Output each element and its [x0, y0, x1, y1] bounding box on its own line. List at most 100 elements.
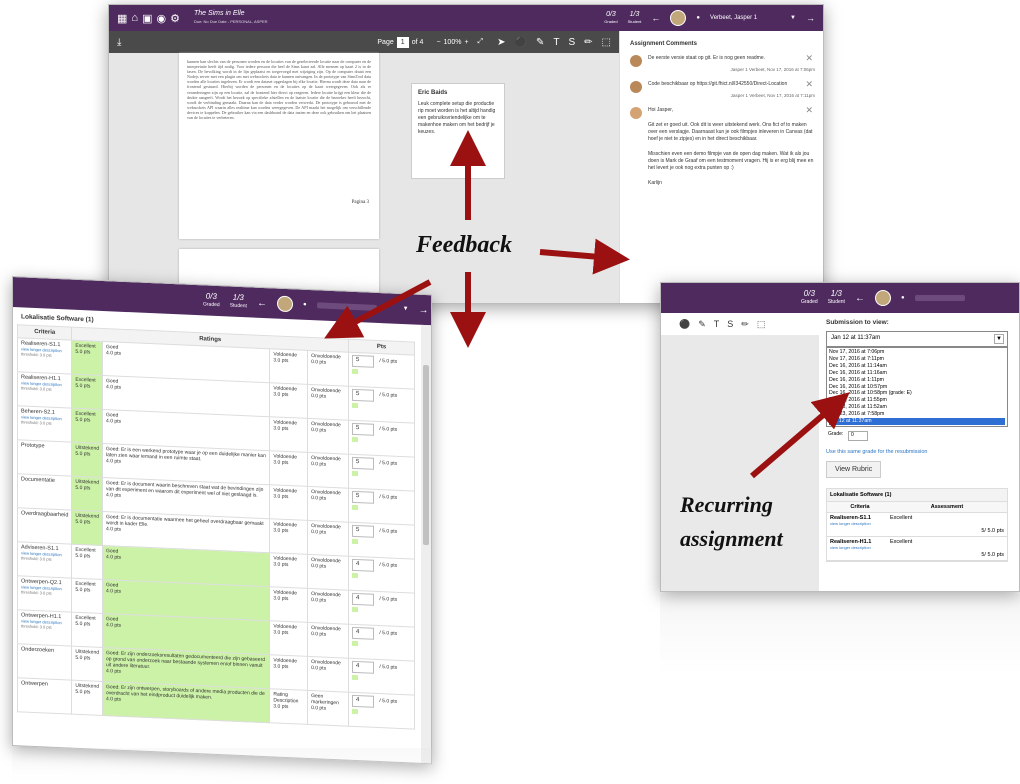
- point-annotation-icon[interactable]: ⚫: [679, 319, 690, 330]
- rating-cell[interactable]: Onvoldoende 0.0 pts: [307, 350, 349, 387]
- home-icon[interactable]: ⌂: [131, 12, 138, 24]
- comment-toggle-icon[interactable]: [352, 572, 358, 579]
- rubric-scrollbar[interactable]: [421, 324, 431, 765]
- submission-option[interactable]: Jan 12 at 11:37am: [829, 418, 1005, 425]
- pen-tool-icon[interactable]: ✎: [536, 37, 544, 48]
- rating-cell[interactable]: Excellent 5.0 pts: [71, 374, 103, 410]
- comment-toggle-icon[interactable]: [352, 538, 358, 545]
- rating-cell[interactable]: Excellent 5.0 pts: [71, 612, 103, 648]
- rating-cell[interactable]: Voldoende 3.0 pts: [269, 586, 308, 623]
- submission-select[interactable]: Jan 12 at 11:37am ▼: [826, 331, 1008, 347]
- course-title[interactable]: The Sims in Elle: [194, 10, 268, 18]
- zoom-level[interactable]: 100%: [444, 39, 462, 46]
- grid-icon[interactable]: ▣: [142, 12, 152, 25]
- submission-option[interactable]: Dec 16, 2016 at 10:58pm (grade: E): [829, 390, 1005, 397]
- rating-cell[interactable]: Uitstekend 5.0 pts: [71, 510, 103, 546]
- prev-student-icon[interactable]: ←: [855, 293, 865, 304]
- points-input[interactable]: 5: [352, 388, 374, 402]
- points-input[interactable]: 4: [352, 694, 374, 708]
- draw-tool-icon[interactable]: ✏: [584, 37, 592, 48]
- gear-icon[interactable]: ⚙: [170, 12, 180, 25]
- view-description-link[interactable]: view longer description: [830, 545, 871, 550]
- rating-cell[interactable]: Onvoldoende 0.0 pts: [307, 486, 349, 523]
- points-input[interactable]: 4: [352, 626, 374, 640]
- eye-icon[interactable]: ◉: [156, 12, 166, 25]
- comment-toggle-icon[interactable]: [352, 708, 358, 715]
- point-annotation-icon[interactable]: ⚫: [515, 37, 527, 48]
- rating-cell[interactable]: Excellent 5.0 pts: [71, 340, 103, 376]
- submission-option[interactable]: Dec 16, 2016 at 10:57pm: [829, 384, 1005, 391]
- rating-cell[interactable]: Uitstekend 5.0 pts: [71, 476, 103, 512]
- points-input[interactable]: 5: [352, 422, 374, 436]
- submission-option[interactable]: Dec 16, 2016 at 11:14am: [829, 363, 1005, 370]
- rating-cell[interactable]: Onvoldoende 0.0 pts: [307, 622, 349, 659]
- rating-cell[interactable]: Uitstekend 5.0 pts: [71, 646, 103, 682]
- rating-cell[interactable]: Onvoldoende 0.0 pts: [307, 520, 349, 557]
- chevron-down-icon[interactable]: ▼: [403, 306, 409, 312]
- area-tool-icon[interactable]: ⬚: [602, 37, 611, 48]
- submission-option[interactable]: Dec 16, 2016 at 1:11pm: [829, 377, 1005, 384]
- submission-option[interactable]: Dec 22, 2016 at 11:55pm: [829, 397, 1005, 404]
- gradebook-icon[interactable]: ▦: [117, 12, 127, 25]
- use-same-grade-link[interactable]: Use this same grade for the resubmission: [826, 449, 1018, 455]
- rating-cell[interactable]: Uitstekend 5.0 pts: [71, 680, 103, 716]
- rating-cell[interactable]: Voldoende 3.0 pts: [269, 450, 308, 487]
- chevron-down-icon[interactable]: ▼: [994, 334, 1004, 344]
- pointer-tool-icon[interactable]: ➤: [497, 37, 505, 48]
- comment-toggle-icon[interactable]: [352, 436, 358, 443]
- comment-toggle-icon[interactable]: [352, 402, 358, 409]
- comment-toggle-icon[interactable]: [352, 640, 358, 647]
- submission-option[interactable]: Nov 17, 2016 at 7:06pm: [829, 349, 1005, 356]
- points-input[interactable]: 4: [352, 592, 374, 606]
- text-tool-icon[interactable]: T: [553, 37, 559, 48]
- view-description-link[interactable]: view longer description: [830, 521, 871, 526]
- chevron-down-icon[interactable]: ▼: [790, 15, 796, 21]
- strikeout-tool-icon[interactable]: S: [568, 37, 575, 48]
- rating-cell[interactable]: Voldoende 3.0 pts: [269, 552, 308, 589]
- rating-cell[interactable]: Excellent 5.0 pts: [71, 544, 103, 580]
- delete-comment-icon[interactable]: ✕: [805, 80, 813, 89]
- rating-cell[interactable]: Onvoldoende 0.0 pts: [307, 418, 349, 455]
- rating-cell[interactable]: Onvoldoende 0.0 pts: [307, 554, 349, 591]
- scrollbar-thumb[interactable]: [423, 364, 429, 546]
- rating-cell[interactable]: Voldoende 3.0 pts: [269, 654, 308, 691]
- rating-cell[interactable]: Voldoende 3.0 pts: [269, 484, 308, 521]
- fullscreen-icon[interactable]: ⤢: [478, 38, 484, 46]
- submission-options[interactable]: Nov 17, 2016 at 7:06pm Nov 17, 2016 at 7:…: [826, 347, 1008, 427]
- text-tool-icon[interactable]: T: [714, 319, 720, 329]
- draw-tool-icon[interactable]: ✏: [741, 319, 749, 330]
- points-input[interactable]: 4: [352, 558, 374, 572]
- rating-cell[interactable]: Voldoende 3.0 pts: [269, 518, 308, 555]
- delete-comment-icon[interactable]: ✕: [805, 106, 813, 115]
- points-input[interactable]: 5: [352, 456, 374, 470]
- points-input[interactable]: 5: [352, 354, 374, 368]
- submission-option[interactable]: Nov 17, 2016 at 7:11pm: [829, 356, 1005, 363]
- rating-cell[interactable]: Voldoende 3.0 pts: [269, 620, 308, 657]
- comment-toggle-icon[interactable]: [352, 674, 358, 681]
- annotation-comment[interactable]: Eric Baids Leuk complete setup die produ…: [411, 83, 505, 179]
- document-viewer[interactable]: kunnen kan slechts van de personen worde…: [109, 53, 619, 303]
- grade-input[interactable]: 0: [847, 430, 868, 441]
- points-input[interactable]: 4: [352, 660, 374, 674]
- rating-cell[interactable]: Onvoldoende 0.0 pts: [307, 588, 349, 625]
- submission-option[interactable]: Dec 23, 2016 at 11:52am: [829, 404, 1005, 411]
- submission-option[interactable]: Dec 23, 2016 at 7:58pm: [829, 411, 1005, 418]
- rating-cell[interactable]: Onvoldoende 0.0 pts: [307, 656, 349, 693]
- prev-student-icon[interactable]: ←: [257, 297, 267, 308]
- rating-cell[interactable]: Uitstekend 5.0 pts: [71, 442, 103, 478]
- comment-toggle-icon[interactable]: [352, 504, 358, 511]
- points-input[interactable]: 5: [352, 490, 374, 504]
- strikeout-tool-icon[interactable]: S: [727, 319, 733, 329]
- prev-student-icon[interactable]: ←: [651, 13, 660, 23]
- next-student-icon[interactable]: →: [806, 13, 815, 23]
- rating-cell[interactable]: Onvoldoende 0.0 pts: [307, 452, 349, 489]
- points-input[interactable]: 5: [352, 524, 374, 538]
- submission-option[interactable]: Dec 16, 2016 at 11:16am: [829, 370, 1005, 377]
- download-icon[interactable]: ⤓: [117, 37, 121, 48]
- rating-cell[interactable]: Voldoende 3.0 pts: [269, 416, 308, 453]
- rating-cell[interactable]: Goed: Er zijn ontwerpen, storyboards of …: [102, 681, 270, 723]
- rating-cell[interactable]: Onvoldoende 0.0 pts: [307, 384, 349, 421]
- rating-cell[interactable]: Excellent 5.0 pts: [71, 408, 103, 444]
- comment-toggle-icon[interactable]: [352, 368, 358, 375]
- student-name[interactable]: Verbeet, Jasper 1: [710, 15, 780, 21]
